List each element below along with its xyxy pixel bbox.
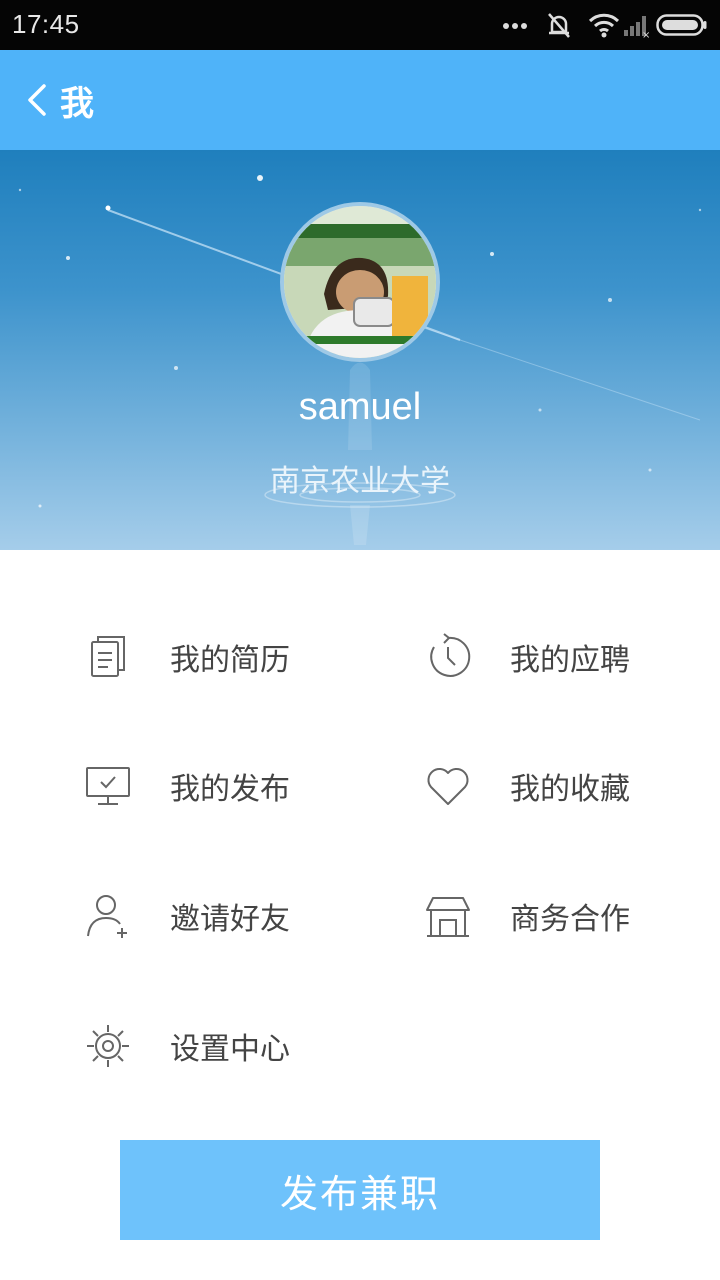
shop-icon <box>426 897 470 937</box>
avatar-photo <box>284 206 436 358</box>
wifi-icon <box>588 13 620 38</box>
avatar[interactable] <box>280 202 440 362</box>
svg-text:×: × <box>642 30 650 38</box>
publish-part-time-button[interactable]: 发布兼职 <box>120 1140 600 1240</box>
app-header: 我 <box>0 50 720 150</box>
chevron-left-icon <box>28 84 46 116</box>
menu-item-business[interactable]: 商务合作 <box>0 876 700 956</box>
mute-bell-icon <box>548 13 570 38</box>
signal-icon: × <box>624 16 650 38</box>
menu-item-settings[interactable]: 设置中心 <box>0 1006 300 1086</box>
username: samuel <box>298 386 422 428</box>
status-time: 17:45 <box>12 9 80 39</box>
menu-label-favorites: 我的收藏 <box>510 772 630 807</box>
menu-label-settings: 设置中心 <box>170 1032 290 1067</box>
battery-icon <box>656 14 707 36</box>
history-clock-icon <box>430 633 471 677</box>
menu-item-applications[interactable]: 我的应聘 <box>0 617 700 697</box>
gear-icon <box>87 1025 129 1067</box>
heart-icon <box>427 768 469 805</box>
profile-banner: samuel 南京农业大学 <box>0 150 720 550</box>
menu-label-applications: 我的应聘 <box>510 643 630 678</box>
menu-item-favorites[interactable]: 我的收藏 <box>0 746 700 826</box>
status-bar: 17:45 × <box>0 0 720 50</box>
back-button[interactable]: 我 <box>24 72 124 128</box>
menu-label-business: 商务合作 <box>510 902 630 937</box>
page-title: 我 <box>60 83 94 124</box>
school-name: 南京农业大学 <box>270 464 450 499</box>
more-dots-icon <box>503 23 527 29</box>
